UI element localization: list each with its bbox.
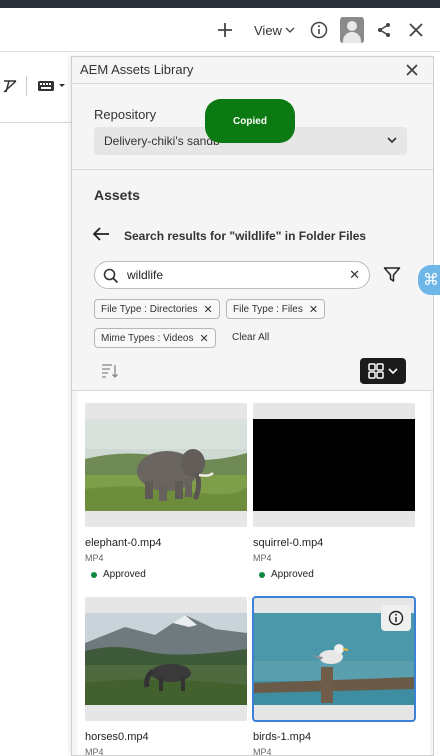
grid-view-icon xyxy=(368,363,384,379)
clear-all-link[interactable]: Clear All xyxy=(232,332,269,343)
chip-label: File Type : Directories xyxy=(101,303,198,315)
document-canvas xyxy=(0,53,72,756)
search-results-caption: Search results for "wildlife" in Folder … xyxy=(124,229,367,243)
view-menu-button[interactable]: View xyxy=(254,20,295,40)
approved-dot xyxy=(259,571,265,578)
view-label: View xyxy=(254,22,282,38)
asset-type: MP4 xyxy=(85,553,104,563)
chevron-down-icon xyxy=(285,27,295,33)
panel-title: AEM Assets Library xyxy=(80,62,194,77)
clear-search-icon[interactable]: ✕ xyxy=(349,267,360,283)
chip-label: Mime Types : Videos xyxy=(101,332,194,344)
search-input[interactable]: wildlife ✕ xyxy=(94,261,370,289)
clear-formatting-icon[interactable] xyxy=(2,78,18,94)
asset-type: MP4 xyxy=(253,747,272,756)
divider xyxy=(72,169,433,170)
repository-value: Delivery-chiki's sandb xyxy=(104,134,220,148)
copied-toast: Copied xyxy=(205,99,295,143)
divider xyxy=(0,122,72,123)
grid-view-toggle[interactable] xyxy=(360,358,406,384)
asset-name: horses0.mp4 xyxy=(85,731,149,743)
asset-type: MP4 xyxy=(85,747,104,756)
asset-type: MP4 xyxy=(253,553,272,563)
search-icon xyxy=(103,268,119,284)
info-icon[interactable] xyxy=(310,18,328,42)
aem-assets-panel: AEM Assets Library Repository Delivery-c… xyxy=(71,56,434,756)
chip-label: File Type : Files xyxy=(233,303,303,315)
sort-icon[interactable] xyxy=(101,363,119,382)
status-label: Approved xyxy=(271,569,314,580)
approved-dot xyxy=(91,571,97,578)
share-icon[interactable] xyxy=(376,18,392,42)
asset-thumbnail[interactable] xyxy=(85,403,247,527)
panel-close-icon[interactable] xyxy=(405,63,419,77)
asset-grid: elephant-0.mp4 MP4 Approved squirrel-0.m… xyxy=(77,391,430,756)
close-icon[interactable] xyxy=(409,18,423,42)
command-icon[interactable]: ⌘ xyxy=(418,265,440,295)
asset-name: birds-1.mp4 xyxy=(253,731,312,743)
filter-chip[interactable]: File Type : Directories ✕ xyxy=(94,299,220,319)
status-badge: Approved xyxy=(85,569,146,580)
right-edge xyxy=(434,56,440,756)
filter-chip[interactable]: Mime Types : Videos ✕ xyxy=(94,328,216,348)
assets-heading: Assets xyxy=(94,187,140,203)
back-arrow-icon[interactable] xyxy=(92,227,111,243)
status-label: Approved xyxy=(103,569,146,580)
asset-name: elephant-0.mp4 xyxy=(85,537,162,549)
status-badge: Approved xyxy=(253,569,314,580)
avatar[interactable] xyxy=(340,17,364,43)
plus-icon[interactable] xyxy=(216,18,234,42)
keyboard-icon[interactable] xyxy=(38,79,66,93)
filter-chip[interactable]: File Type : Files ✕ xyxy=(226,299,326,319)
top-chrome-strip xyxy=(0,0,440,8)
asset-thumbnail[interactable] xyxy=(85,597,247,721)
chevron-down-icon xyxy=(388,368,398,375)
chip-remove-icon[interactable]: ✕ xyxy=(199,332,208,345)
search-value: wildlife xyxy=(127,268,164,282)
chip-remove-icon[interactable]: ✕ xyxy=(309,303,318,316)
asset-thumbnail[interactable] xyxy=(253,403,415,527)
selection-outline xyxy=(252,596,416,722)
repository-label: Repository xyxy=(94,107,157,122)
left-toolbar xyxy=(0,70,72,102)
chevron-down-icon xyxy=(387,137,397,144)
top-toolbar: View xyxy=(0,8,440,52)
asset-name: squirrel-0.mp4 xyxy=(253,537,324,549)
filter-icon[interactable] xyxy=(383,266,401,287)
divider xyxy=(72,83,433,84)
chip-remove-icon[interactable]: ✕ xyxy=(204,303,213,316)
